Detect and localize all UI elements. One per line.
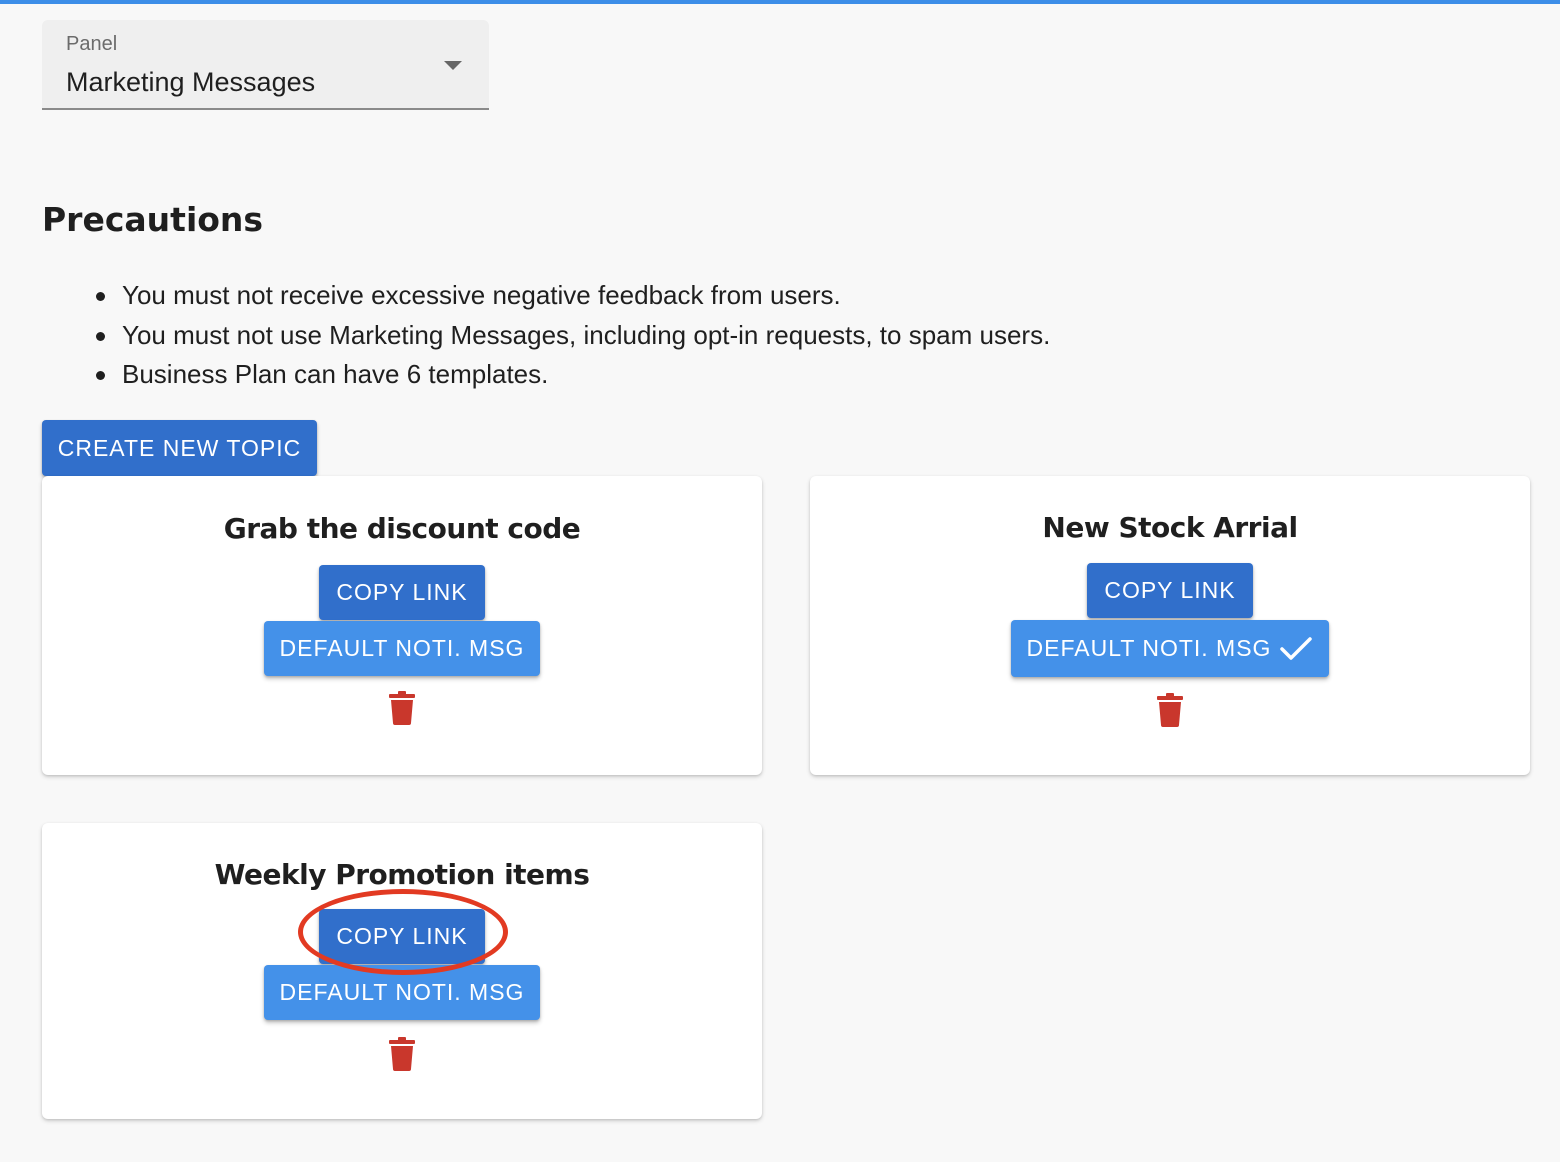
topic-title: Grab the discount code <box>223 512 581 545</box>
topic-title: Weekly Promotion items <box>214 858 590 891</box>
panel-select[interactable]: Panel Marketing Messages <box>42 20 489 110</box>
precaution-item: You must not receive excessive negative … <box>96 276 1050 316</box>
topic-card: Weekly Promotion items COPY LINK DEFAULT… <box>42 823 762 1119</box>
default-notification-label: DEFAULT NOTI. MSG <box>279 979 525 1005</box>
precaution-item: You must not use Marketing Messages, inc… <box>96 316 1050 356</box>
topic-card: New Stock Arrial COPY LINK DEFAULT NOTI.… <box>810 476 1530 775</box>
default-notification-button[interactable]: DEFAULT NOTI. MSG <box>264 965 540 1020</box>
default-notification-label: DEFAULT NOTI. MSG <box>1026 635 1272 661</box>
trash-icon[interactable] <box>389 691 415 730</box>
panel-select-value: Marketing Messages <box>66 67 316 97</box>
default-notification-button[interactable]: DEFAULT NOTI. MSG <box>1011 620 1329 677</box>
topic-title: New Stock Arrial <box>1042 511 1298 544</box>
chevron-down-icon[interactable] <box>444 61 462 70</box>
copy-link-button[interactable]: COPY LINK <box>319 909 485 964</box>
default-notification-button[interactable]: DEFAULT NOTI. MSG <box>264 621 540 676</box>
check-icon <box>1279 636 1313 662</box>
trash-icon[interactable] <box>389 1037 415 1076</box>
copy-link-button[interactable]: COPY LINK <box>319 565 485 620</box>
topic-card: Grab the discount code COPY LINK DEFAULT… <box>42 476 762 775</box>
copy-link-button[interactable]: COPY LINK <box>1087 563 1253 618</box>
precautions-title: Precautions <box>42 200 264 239</box>
create-new-topic-button[interactable]: CREATE NEW TOPIC <box>42 420 317 476</box>
precaution-item: Business Plan can have 6 templates. <box>96 355 1050 395</box>
panel-select-label: Panel <box>66 33 118 55</box>
trash-icon[interactable] <box>1157 693 1183 732</box>
top-accent-bar <box>0 0 1560 4</box>
default-notification-label: DEFAULT NOTI. MSG <box>279 635 525 661</box>
precautions-list: You must not receive excessive negative … <box>96 276 1050 395</box>
